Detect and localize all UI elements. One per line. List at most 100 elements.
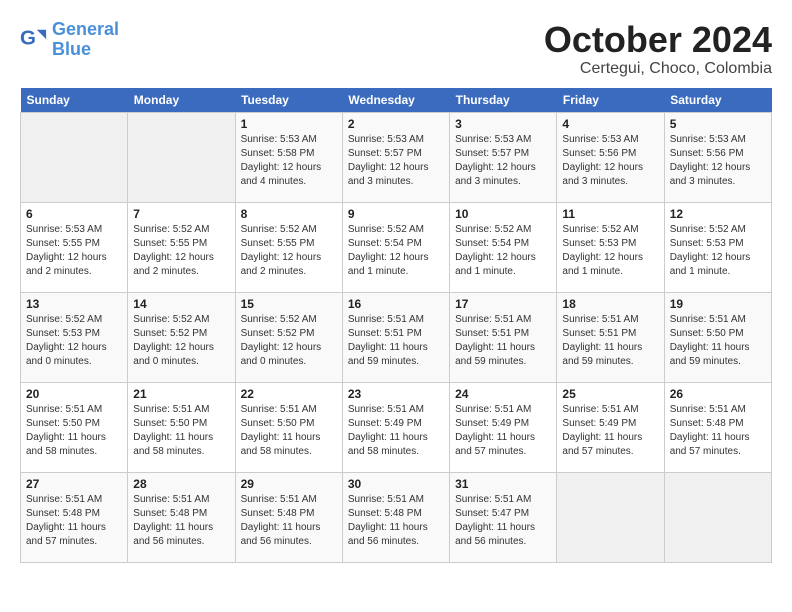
day-cell: 13Sunrise: 5:52 AM Sunset: 5:53 PM Dayli… — [21, 292, 128, 382]
day-number: 27 — [26, 477, 122, 491]
day-info: Sunrise: 5:52 AM Sunset: 5:52 PM Dayligh… — [241, 313, 337, 369]
day-number: 2 — [348, 117, 444, 131]
day-cell: 10Sunrise: 5:52 AM Sunset: 5:54 PM Dayli… — [450, 202, 557, 292]
logo-line2: Blue — [52, 39, 91, 59]
day-info: Sunrise: 5:51 AM Sunset: 5:51 PM Dayligh… — [348, 313, 444, 369]
day-number: 7 — [133, 207, 229, 221]
day-cell: 9 Sunrise: 5:52 AM Sunset: 5:54 PM Daylig… — [342, 202, 449, 292]
day-number: 3 — [455, 117, 551, 131]
day-cell: 6Sunrise: 5:53 AM Sunset: 5:55 PM Daylig… — [21, 202, 128, 292]
day-cell — [557, 472, 664, 562]
day-cell — [21, 112, 128, 202]
day-info: Sunrise: 5:53 AM Sunset: 5:57 PM Dayligh… — [455, 133, 551, 189]
day-cell: 8 Sunrise: 5:52 AM Sunset: 5:55 PM Daylig… — [235, 202, 342, 292]
day-info: Sunrise: 5:51 AM Sunset: 5:50 PM Dayligh… — [241, 403, 337, 459]
day-cell: 31 Sunrise: 5:51 AM Sunset: 5:47 PM Dayli… — [450, 472, 557, 562]
day-info: Sunrise: 5:51 AM Sunset: 5:50 PM Dayligh… — [26, 403, 122, 459]
day-info: Sunrise: 5:52 AM Sunset: 5:53 PM Dayligh… — [670, 223, 766, 279]
day-number: 20 — [26, 387, 122, 401]
day-info: Sunrise: 5:51 AM Sunset: 5:47 PM Dayligh… — [455, 493, 551, 549]
day-cell: 20 Sunrise: 5:51 AM Sunset: 5:50 PM Dayli… — [21, 382, 128, 472]
day-cell: 7 Sunrise: 5:52 AM Sunset: 5:55 PM Daylig… — [128, 202, 235, 292]
day-number: 5 — [670, 117, 766, 131]
day-number: 15 — [241, 297, 337, 311]
day-info: Sunrise: 5:51 AM Sunset: 5:48 PM Dayligh… — [348, 493, 444, 549]
day-number: 9 — [348, 207, 444, 221]
col-header-thursday: Thursday — [450, 88, 557, 113]
day-info: Sunrise: 5:51 AM Sunset: 5:51 PM Dayligh… — [562, 313, 658, 369]
day-number: 18 — [562, 297, 658, 311]
day-cell: 15 Sunrise: 5:52 AM Sunset: 5:52 PM Dayli… — [235, 292, 342, 382]
day-cell: 11 Sunrise: 5:52 AM Sunset: 5:53 PM Dayli… — [557, 202, 664, 292]
day-number: 16 — [348, 297, 444, 311]
month-title: October 2024 — [544, 20, 772, 60]
day-info: Sunrise: 5:51 AM Sunset: 5:48 PM Dayligh… — [670, 403, 766, 459]
week-row-5: 27 Sunrise: 5:51 AM Sunset: 5:48 PM Dayli… — [21, 472, 772, 562]
day-cell: 19Sunrise: 5:51 AM Sunset: 5:50 PM Dayli… — [664, 292, 771, 382]
day-info: Sunrise: 5:53 AM Sunset: 5:58 PM Dayligh… — [241, 133, 337, 189]
day-info: Sunrise: 5:51 AM Sunset: 5:50 PM Dayligh… — [133, 403, 229, 459]
week-row-3: 13Sunrise: 5:52 AM Sunset: 5:53 PM Dayli… — [21, 292, 772, 382]
day-number: 30 — [348, 477, 444, 491]
day-number: 8 — [241, 207, 337, 221]
logo-text: General Blue — [52, 20, 119, 60]
day-info: Sunrise: 5:52 AM Sunset: 5:53 PM Dayligh… — [562, 223, 658, 279]
day-number: 4 — [562, 117, 658, 131]
day-info: Sunrise: 5:51 AM Sunset: 5:48 PM Dayligh… — [26, 493, 122, 549]
day-info: Sunrise: 5:52 AM Sunset: 5:54 PM Dayligh… — [348, 223, 444, 279]
day-info: Sunrise: 5:53 AM Sunset: 5:56 PM Dayligh… — [562, 133, 658, 189]
day-number: 11 — [562, 207, 658, 221]
day-number: 23 — [348, 387, 444, 401]
day-cell: 21 Sunrise: 5:51 AM Sunset: 5:50 PM Dayli… — [128, 382, 235, 472]
day-info: Sunrise: 5:52 AM Sunset: 5:55 PM Dayligh… — [133, 223, 229, 279]
day-cell: 24 Sunrise: 5:51 AM Sunset: 5:49 PM Dayli… — [450, 382, 557, 472]
day-cell: 29Sunrise: 5:51 AM Sunset: 5:48 PM Dayli… — [235, 472, 342, 562]
day-cell: 17 Sunrise: 5:51 AM Sunset: 5:51 PM Dayli… — [450, 292, 557, 382]
svg-text:G: G — [20, 26, 36, 49]
col-header-wednesday: Wednesday — [342, 88, 449, 113]
day-number: 26 — [670, 387, 766, 401]
col-header-saturday: Saturday — [664, 88, 771, 113]
day-number: 12 — [670, 207, 766, 221]
location: Certegui, Choco, Colombia — [544, 60, 772, 78]
day-number: 24 — [455, 387, 551, 401]
week-row-2: 6Sunrise: 5:53 AM Sunset: 5:55 PM Daylig… — [21, 202, 772, 292]
day-number: 17 — [455, 297, 551, 311]
day-info: Sunrise: 5:52 AM Sunset: 5:52 PM Dayligh… — [133, 313, 229, 369]
day-cell: 14Sunrise: 5:52 AM Sunset: 5:52 PM Dayli… — [128, 292, 235, 382]
day-info: Sunrise: 5:53 AM Sunset: 5:56 PM Dayligh… — [670, 133, 766, 189]
day-number: 28 — [133, 477, 229, 491]
day-cell: 30 Sunrise: 5:51 AM Sunset: 5:48 PM Dayli… — [342, 472, 449, 562]
day-number: 21 — [133, 387, 229, 401]
week-row-1: 1 Sunrise: 5:53 AM Sunset: 5:58 PM Daylig… — [21, 112, 772, 202]
day-number: 25 — [562, 387, 658, 401]
day-cell: 26 Sunrise: 5:51 AM Sunset: 5:48 PM Dayli… — [664, 382, 771, 472]
day-cell — [664, 472, 771, 562]
day-cell: 3 Sunrise: 5:53 AM Sunset: 5:57 PM Daylig… — [450, 112, 557, 202]
day-cell: 22 Sunrise: 5:51 AM Sunset: 5:50 PM Dayli… — [235, 382, 342, 472]
col-header-sunday: Sunday — [21, 88, 128, 113]
col-header-tuesday: Tuesday — [235, 88, 342, 113]
page-header: G General Blue October 2024 Certegui, Ch… — [20, 20, 772, 78]
day-number: 6 — [26, 207, 122, 221]
logo-line1: General — [52, 19, 119, 39]
day-info: Sunrise: 5:51 AM Sunset: 5:49 PM Dayligh… — [455, 403, 551, 459]
logo-icon: G — [20, 26, 48, 54]
day-number: 13 — [26, 297, 122, 311]
col-header-monday: Monday — [128, 88, 235, 113]
day-number: 22 — [241, 387, 337, 401]
day-cell: 28Sunrise: 5:51 AM Sunset: 5:48 PM Dayli… — [128, 472, 235, 562]
day-cell: 12 Sunrise: 5:52 AM Sunset: 5:53 PM Dayli… — [664, 202, 771, 292]
day-cell: 27 Sunrise: 5:51 AM Sunset: 5:48 PM Dayli… — [21, 472, 128, 562]
day-number: 29 — [241, 477, 337, 491]
day-number: 31 — [455, 477, 551, 491]
day-info: Sunrise: 5:51 AM Sunset: 5:50 PM Dayligh… — [670, 313, 766, 369]
day-info: Sunrise: 5:51 AM Sunset: 5:51 PM Dayligh… — [455, 313, 551, 369]
logo: G General Blue — [20, 20, 119, 60]
day-info: Sunrise: 5:52 AM Sunset: 5:54 PM Dayligh… — [455, 223, 551, 279]
day-cell: 23Sunrise: 5:51 AM Sunset: 5:49 PM Dayli… — [342, 382, 449, 472]
day-info: Sunrise: 5:52 AM Sunset: 5:55 PM Dayligh… — [241, 223, 337, 279]
day-cell: 4 Sunrise: 5:53 AM Sunset: 5:56 PM Daylig… — [557, 112, 664, 202]
day-number: 1 — [241, 117, 337, 131]
day-info: Sunrise: 5:53 AM Sunset: 5:57 PM Dayligh… — [348, 133, 444, 189]
